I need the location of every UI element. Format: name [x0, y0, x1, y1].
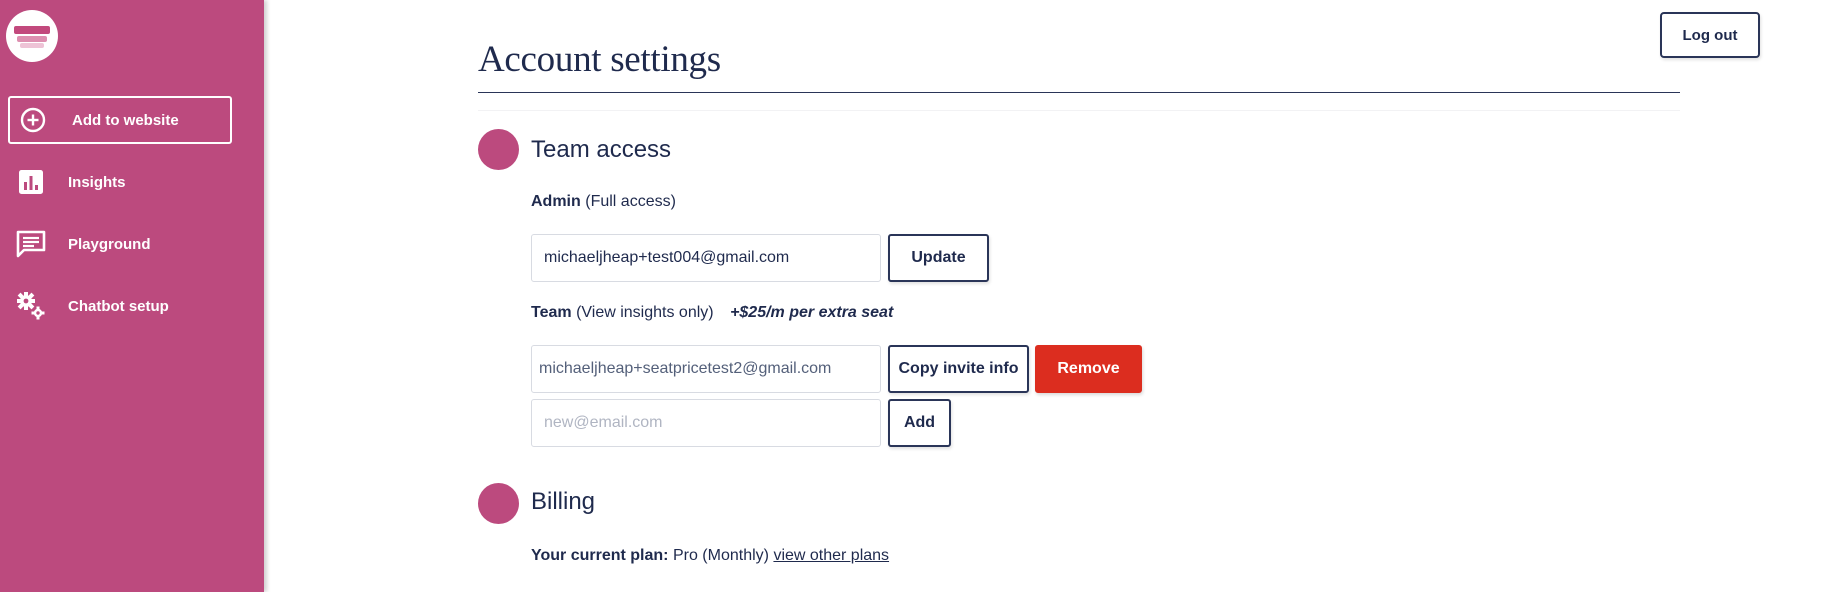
billing-heading: Billing — [531, 488, 596, 515]
sidebar-item-label: Insights — [68, 173, 126, 191]
title-divider — [478, 92, 1680, 93]
admin-email-input[interactable] — [531, 234, 881, 282]
chat-icon — [16, 229, 46, 259]
team-note: (View insights only) — [576, 304, 714, 321]
sidebar-item-add-to-website[interactable]: Add to website — [8, 96, 232, 144]
plus-circle-icon — [18, 105, 48, 135]
remove-member-button[interactable]: Remove — [1035, 345, 1142, 393]
current-plan-value: Pro (Monthly) — [672, 547, 769, 564]
sidebar-item-insights[interactable]: Insights — [8, 158, 232, 206]
current-plan-label: Your current plan: — [531, 547, 669, 564]
gears-icon — [16, 291, 46, 321]
team-access-section-dot — [478, 129, 519, 170]
current-plan-line: Your current plan: Pro (Monthly) view ot… — [531, 547, 889, 565]
copy-invite-info-button[interactable]: Copy invite info — [888, 345, 1029, 393]
seat-price-note: +$25/m per extra seat — [730, 304, 894, 321]
admin-note: (Full access) — [585, 193, 676, 210]
team-label-line: Team (View insights only) +$25/m per ext… — [531, 304, 893, 322]
team-member-email-input[interactable] — [531, 345, 881, 393]
page-title: Account settings — [478, 39, 721, 80]
sidebar-item-label: Chatbot setup — [68, 297, 169, 315]
main-content: Log out Account settings Team access Adm… — [264, 0, 1822, 592]
team-access-heading: Team access — [531, 136, 672, 163]
app-logo[interactable] — [6, 10, 58, 62]
team-label: Team — [531, 304, 572, 321]
title-divider-light — [478, 110, 1680, 111]
view-other-plans-link[interactable]: view other plans — [773, 547, 889, 564]
sidebar: Add to website Insights Playground Chatb… — [0, 0, 264, 592]
new-member-email-input[interactable] — [531, 399, 881, 447]
admin-label-line: Admin (Full access) — [531, 193, 676, 211]
admin-label: Admin — [531, 193, 581, 210]
bar-chart-icon — [16, 167, 46, 197]
sidebar-item-label: Add to website — [72, 111, 179, 129]
billing-section-dot — [478, 483, 519, 524]
sidebar-item-chatbot-setup[interactable]: Chatbot setup — [8, 282, 232, 330]
sidebar-item-playground[interactable]: Playground — [8, 220, 232, 268]
logout-button[interactable]: Log out — [1660, 12, 1760, 58]
update-button[interactable]: Update — [888, 234, 989, 282]
add-member-button[interactable]: Add — [888, 399, 951, 447]
sidebar-item-label: Playground — [68, 235, 151, 253]
